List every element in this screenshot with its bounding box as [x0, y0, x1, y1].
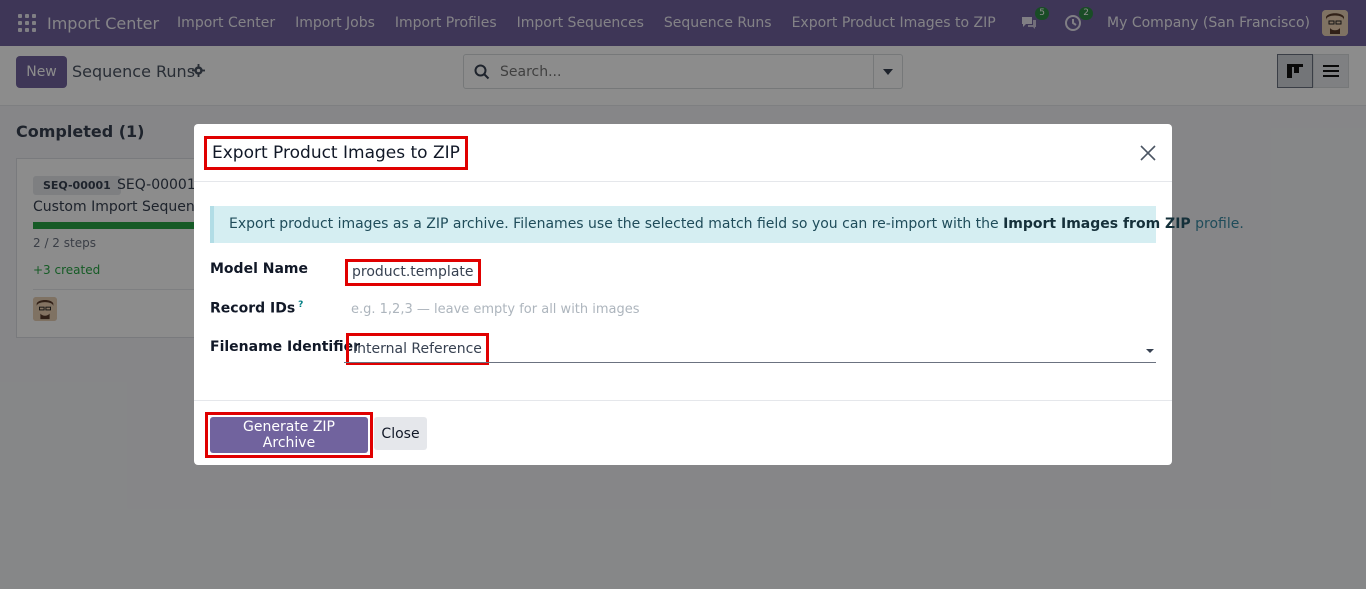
alert-text-end: profile. [1190, 216, 1244, 232]
export-dialog: Export Product Images to ZIP Export prod… [194, 124, 1244, 465]
alert-text-start: Export product images as a ZIP archive. … [229, 216, 1004, 232]
generate-zip-button[interactable]: Generate ZIP Archive [210, 417, 368, 453]
help-tooltip-icon[interactable]: ? [298, 300, 303, 310]
record-ids-input[interactable]: e.g. 1,2,3 — leave empty for all with im… [351, 302, 640, 317]
select-underline [344, 362, 1156, 363]
model-name-value: product.template [345, 259, 481, 286]
filename-identifier-select[interactable]: Internal Reference [346, 333, 489, 365]
close-button[interactable]: Close [374, 417, 427, 450]
footer-divider [194, 400, 1172, 401]
info-alert: Export product images as a ZIP archive. … [210, 206, 1244, 243]
close-icon[interactable] [1140, 145, 1156, 161]
record-ids-label-text: Record IDs [210, 300, 296, 317]
model-name-label: Model Name [210, 261, 308, 277]
filename-identifier-label: Filename Identifier [210, 339, 360, 355]
alert-profile-name: Import Images from ZIP [1003, 216, 1191, 232]
record-ids-label: Record IDs? [210, 300, 303, 317]
dialog-title: Export Product Images to ZIP [204, 136, 468, 170]
generate-highlight: Generate ZIP Archive [205, 412, 373, 458]
dropdown-caret-icon[interactable] [1146, 349, 1154, 353]
dialog-header: Export Product Images to ZIP [194, 124, 1172, 182]
